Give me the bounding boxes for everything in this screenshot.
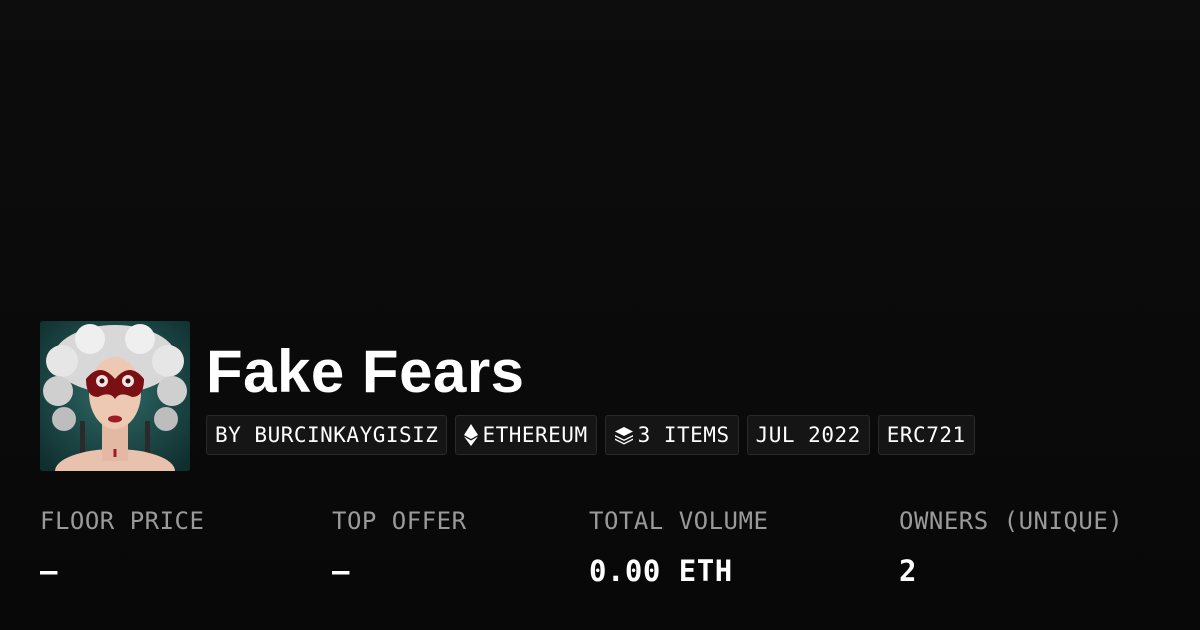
collection-share-card: Fake Fears BY BURCINKAYGISIZ ETHEREUM 3 … [0, 0, 1200, 630]
top-offer-label: TOP OFFER [332, 507, 467, 535]
date-tag: JUL 2022 [746, 415, 870, 455]
collection-stats: FLOOR PRICE – TOP OFFER – TOTAL VOLUME 0… [40, 503, 1170, 603]
collection-avatar-image [40, 321, 190, 471]
total-volume-value: 0.00 ETH [589, 554, 733, 588]
layers-icon [614, 425, 634, 445]
total-volume-stat: TOTAL VOLUME 0.00 ETH [589, 503, 768, 589]
chain-tag-label: ETHEREUM [482, 423, 588, 447]
date-tag-label: JUL 2022 [755, 423, 861, 447]
total-volume-label: TOTAL VOLUME [589, 507, 769, 535]
standard-tag-label: ERC721 [886, 423, 966, 447]
creator-tag[interactable]: BY BURCINKAYGISIZ [206, 415, 448, 455]
collection-tags: BY BURCINKAYGISIZ ETHEREUM 3 ITEMS JUL 2… [206, 415, 975, 455]
owners-label: OWNERS (UNIQUE) [899, 507, 1124, 535]
floor-price-label: FLOOR PRICE [40, 507, 205, 535]
ethereum-icon [464, 424, 479, 446]
collection-avatar [40, 321, 190, 471]
owners-stat: OWNERS (UNIQUE) 2 [899, 503, 1123, 589]
top-offer-stat: TOP OFFER – [332, 503, 467, 589]
top-offer-value: – [332, 554, 350, 588]
floor-price-stat: FLOOR PRICE – [40, 503, 204, 589]
floor-price-value: – [40, 554, 58, 588]
standard-tag: ERC721 [877, 415, 975, 455]
items-tag[interactable]: 3 ITEMS [604, 415, 739, 455]
owners-value: 2 [899, 554, 917, 588]
items-tag-label: 3 ITEMS [637, 423, 730, 447]
creator-tag-label: BY BURCINKAYGISIZ [215, 423, 439, 447]
chain-tag[interactable]: ETHEREUM [455, 415, 597, 455]
collection-title: Fake Fears [206, 338, 525, 405]
